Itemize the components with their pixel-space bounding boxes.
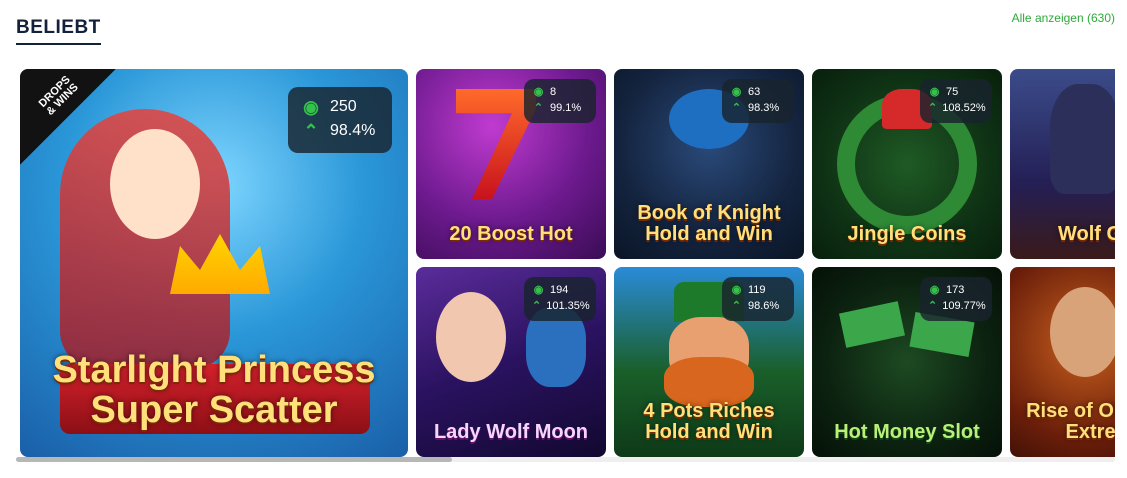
players-count: 8 xyxy=(550,85,557,98)
game-tile-rise-of-olympus-extreme[interactable]: Rise of Olympus Extreme xyxy=(1010,267,1115,457)
players-icon: ◉ xyxy=(303,97,319,117)
game-stats-panel: ◉ 75 ⌃ 108.52% xyxy=(920,79,992,123)
game-title: Starlight Princess Super Scatter xyxy=(52,349,376,432)
rtp-chevron-icon: ⌃ xyxy=(532,299,542,312)
game-tile-starlight-princess[interactable]: DROPS & WINS Starlight Princess Super Sc… xyxy=(20,69,408,457)
rtp-chevron-icon: ⌃ xyxy=(928,101,938,114)
game-tile-4-pots-riches[interactable]: 4 Pots Riches Hold and Win ◉ 119 ⌃ 98.6% xyxy=(614,267,804,457)
rtp-value: 109.77% xyxy=(942,299,986,312)
players-count: 119 xyxy=(748,283,766,296)
game-tile-lady-wolf-moon[interactable]: Lady Wolf Moon ◉ 194 ⌃ 101.35% xyxy=(416,267,606,457)
players-count: 63 xyxy=(748,85,761,98)
players-icon: ◉ xyxy=(533,85,544,98)
game-stats-panel: ◉ 250 ⌃ 98.4% xyxy=(288,87,392,153)
players-count: 173 xyxy=(946,283,965,296)
rtp-chevron-icon: ⌃ xyxy=(731,101,742,114)
game-title: Wolf Gold xyxy=(1057,223,1115,245)
game-stats-panel: ◉ 194 ⌃ 101.35% xyxy=(524,277,596,321)
game-tile-jingle-coins[interactable]: Jingle Coins ◉ 75 ⌃ 108.52% xyxy=(812,69,1002,259)
players-icon: ◉ xyxy=(533,283,544,296)
drops-and-wins-badge: DROPS & WINS xyxy=(20,69,116,165)
game-title: Hot Money Slot xyxy=(834,421,980,443)
game-tile-20-boost-hot[interactable]: 20 Boost Hot ◉ 8 ⌃ 99.1% xyxy=(416,69,606,259)
game-title: Lady Wolf Moon xyxy=(433,421,589,443)
players-icon: ◉ xyxy=(929,85,940,98)
rtp-value: 98.3% xyxy=(748,101,780,114)
rtp-chevron-icon: ⌃ xyxy=(928,299,938,312)
players-icon: ◉ xyxy=(731,283,742,296)
players-count: 194 xyxy=(550,283,569,296)
game-title: Rise of Olympus Extreme xyxy=(1026,400,1115,443)
carousel-scrollbar-thumb[interactable] xyxy=(16,457,452,462)
game-stats-panel: ◉ 8 ⌃ 99.1% xyxy=(524,79,596,123)
game-tile-wolf-gold[interactable]: Wolf Gold xyxy=(1010,69,1115,259)
players-count: 75 xyxy=(946,85,959,98)
rtp-chevron-icon: ⌃ xyxy=(303,121,319,141)
rtp-value: 98.6% xyxy=(748,299,780,312)
rtp-value: 99.1% xyxy=(550,101,582,114)
rtp-chevron-icon: ⌃ xyxy=(731,299,742,312)
game-tile-book-of-knight[interactable]: Book of Knight Hold and Win ◉ 63 ⌃ 98.3% xyxy=(614,69,804,259)
game-tile-hot-money-slot[interactable]: Hot Money Slot ◉ 173 ⌃ 109.77% xyxy=(812,267,1002,457)
view-all-link[interactable]: Alle anzeigen (630) xyxy=(1012,11,1115,25)
rtp-value: 101.35% xyxy=(546,299,590,312)
rtp-chevron-icon: ⌃ xyxy=(533,101,544,114)
section-title-underline xyxy=(16,43,101,45)
game-title: Book of Knight Hold and Win xyxy=(637,202,781,245)
game-title: Jingle Coins xyxy=(847,223,967,245)
games-carousel[interactable]: DROPS & WINS Starlight Princess Super Sc… xyxy=(20,69,1115,457)
game-stats-panel: ◉ 173 ⌃ 109.77% xyxy=(920,277,992,321)
game-stats-panel: ◉ 63 ⌃ 98.3% xyxy=(722,79,794,123)
players-icon: ◉ xyxy=(731,85,742,98)
game-stats-panel: ◉ 119 ⌃ 98.6% xyxy=(722,277,794,321)
players-icon: ◉ xyxy=(929,283,940,296)
players-count: 250 xyxy=(330,98,357,115)
rtp-value: 98.4% xyxy=(330,122,376,139)
game-title: 20 Boost Hot xyxy=(449,223,573,245)
game-title: 4 Pots Riches Hold and Win xyxy=(643,400,775,443)
section-title: BELIEBT xyxy=(16,17,101,38)
rtp-value: 108.52% xyxy=(942,101,986,114)
